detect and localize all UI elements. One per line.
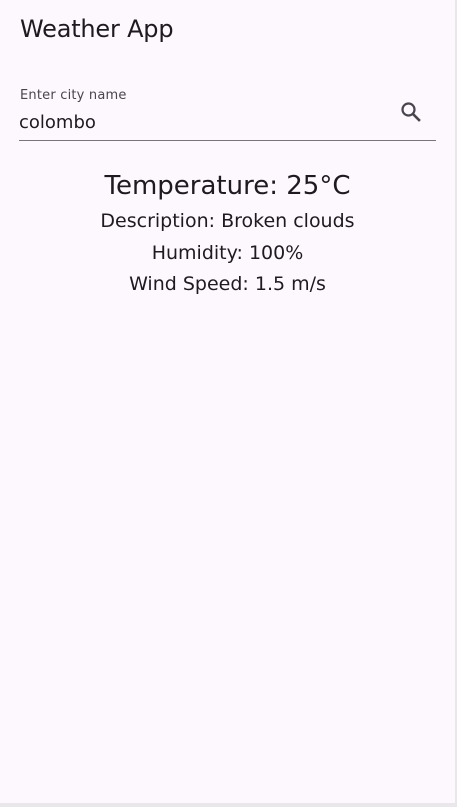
description-label: Description:	[100, 210, 222, 232]
city-field-label: Enter city name	[20, 88, 127, 103]
wind-speed-label: Wind Speed:	[129, 273, 255, 295]
search-icon	[401, 102, 421, 122]
humidity-label: Humidity:	[151, 241, 249, 264]
wind-speed-text: Wind Speed: 1.5 m/s	[0, 269, 455, 301]
description-value: Broken clouds	[221, 210, 355, 232]
description-text: Description: Broken clouds	[0, 206, 455, 238]
temperature-label: Temperature:	[104, 171, 287, 201]
wind-speed-value: 1.5 m/s	[254, 273, 326, 295]
humidity-text: Humidity: 100%	[0, 238, 455, 270]
city-name-input[interactable]	[19, 109, 379, 135]
temperature-text: Temperature: 25°C	[0, 168, 455, 204]
search-button[interactable]	[391, 92, 431, 132]
city-search-field: Enter city name	[19, 80, 436, 141]
app-bar: Weather App	[0, 0, 455, 58]
temperature-value: 25°C	[286, 171, 351, 201]
app-screen: Weather App Enter city name Temperature:…	[0, 0, 455, 803]
weather-results: Temperature: 25°C Description: Broken cl…	[0, 168, 455, 301]
humidity-value: 100%	[248, 241, 304, 264]
city-field-underline	[19, 140, 436, 141]
app-title: Weather App	[20, 15, 174, 43]
